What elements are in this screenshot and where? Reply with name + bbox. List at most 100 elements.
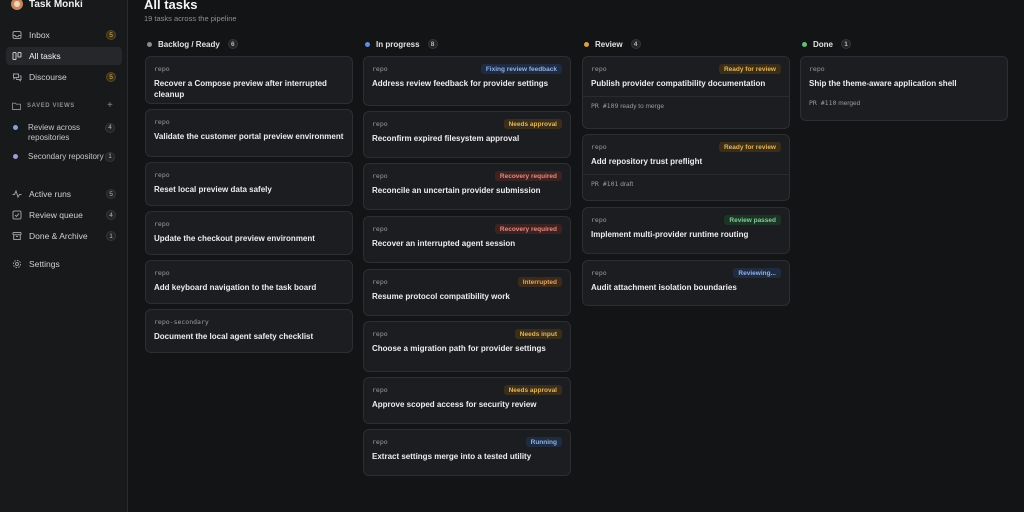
column-count: 6 [227, 39, 238, 49]
task-card[interactable]: repo Validate the customer portal previe… [145, 109, 353, 157]
app-brand[interactable]: Task Monki [11, 0, 83, 11]
activity-icon [12, 189, 22, 199]
column-in-progress: In progress 8 repo Fixing review feedbac… [363, 38, 571, 476]
card-title: Document the local agent safety checklis… [154, 332, 314, 341]
column-done: Done 1 repo Ship the theme-aware applica… [800, 38, 1008, 121]
archive-icon [12, 231, 22, 241]
status-badge: Reviewing... [733, 268, 781, 278]
task-card[interactable]: repo Ready for review Publish provider c… [582, 56, 790, 129]
sidebar-item-label: Review queue [29, 210, 83, 220]
status-dot [147, 41, 152, 47]
sidebar-item-done-archive[interactable]: Done & Archive 1 [6, 227, 122, 245]
inbox-icon [12, 30, 22, 40]
task-card[interactable]: repo Reviewing... Audit attachment isola… [582, 260, 790, 306]
status-badge: Fixing review feedback [480, 64, 562, 74]
pr-number[interactable]: PR #109 [591, 102, 618, 110]
column-backlog-ready: Backlog / Ready 6 repo Recover a Compose… [145, 38, 353, 353]
card-title: Validate the customer portal preview env… [154, 132, 344, 141]
sidebar-item-all-tasks[interactable]: All tasks [6, 47, 122, 65]
pr-status: ready to merge [620, 102, 664, 110]
card-title: Reconfirm expired filesystem approval [372, 134, 520, 143]
task-card[interactable]: repo Fixing review feedback Address revi… [363, 56, 571, 106]
pr-footer: PR #101 draft [583, 173, 789, 188]
card-title: Update the checkout preview environment [154, 234, 315, 243]
sidebar-item-review-queue[interactable]: Review queue 4 [6, 206, 122, 224]
card-title: Add keyboard navigation to the task boar… [154, 283, 317, 292]
sidebar: Task Monki Inbox 5 All tasks Discourse 5… [0, 0, 128, 512]
card-title: Ship the theme-aware application shell [809, 79, 957, 88]
card-title: Resume protocol compatibility work [372, 292, 510, 301]
card-repo: repo-secondary [154, 318, 209, 326]
card-title: Add repository trust preflight [591, 157, 703, 166]
column-header: Done 1 [802, 38, 1008, 50]
pr-status: merged [838, 99, 861, 107]
active-runs-count: 5 [106, 189, 116, 199]
card-title: Audit attachment isolation boundaries [591, 283, 737, 292]
sidebar-item-active-runs[interactable]: Active runs 5 [6, 185, 122, 203]
column-count: 4 [630, 39, 641, 49]
card-repo: repo [809, 65, 825, 73]
task-card[interactable]: repo Needs approval Approve scoped acces… [363, 377, 571, 424]
status-dot [584, 41, 589, 47]
task-card[interactable]: repo Recover a Compose preview after int… [145, 56, 353, 104]
task-card[interactable]: repo Review passed Implement multi-provi… [582, 207, 790, 254]
status-dot [802, 41, 807, 47]
sidebar-item-label: Settings [29, 259, 60, 269]
pr-status: draft [620, 180, 634, 188]
task-card[interactable]: repo Update the checkout preview environ… [145, 211, 353, 255]
sidebar-item-label: Inbox [29, 30, 50, 40]
task-card[interactable]: repo Recovery required Reconcile an unce… [363, 163, 571, 210]
sidebar-item-label: Discourse [29, 72, 67, 82]
task-card[interactable]: repo Needs input Choose a migration path… [363, 321, 571, 372]
column-title: Backlog / Ready [158, 39, 220, 49]
card-title: Recover a Compose preview after interrup… [154, 79, 327, 99]
card-title: Publish provider compatibility documenta… [591, 79, 766, 88]
status-badge: Needs approval [503, 385, 562, 395]
review-queue-count: 4 [106, 210, 116, 220]
saved-view-secondary-repository[interactable]: Secondary repository 1 [12, 152, 120, 162]
checklist-icon [12, 210, 22, 220]
card-title: Address review feedback for provider set… [372, 79, 549, 88]
add-saved-view-button[interactable]: + [107, 100, 113, 111]
column-header: Review 4 [584, 38, 790, 50]
monkey-logo-icon [11, 0, 23, 10]
saved-view-label: Review across repositories [28, 123, 81, 142]
status-dot [365, 41, 370, 47]
sidebar-item-inbox[interactable]: Inbox 5 [6, 26, 122, 44]
task-card[interactable]: repo Interrupted Resume protocol compati… [363, 269, 571, 316]
pr-number[interactable]: PR #101 [591, 180, 618, 188]
saved-view-review-across-repositories[interactable]: Review across repositories 4 [12, 123, 120, 142]
saved-view-color-dot [13, 125, 18, 130]
status-badge: Review passed [724, 215, 781, 225]
board-icon [12, 51, 22, 61]
task-card[interactable]: repo-secondary Document the local agent … [145, 309, 353, 353]
sidebar-item-label: Done & Archive [29, 231, 88, 241]
inbox-count-badge: 5 [106, 30, 116, 40]
task-card[interactable]: repo Add keyboard navigation to the task… [145, 260, 353, 304]
card-repo: repo [154, 220, 170, 228]
pr-footer: PR #110 merged [801, 96, 1007, 107]
task-card[interactable]: repo Ready for review Add repository tru… [582, 134, 790, 201]
card-title: Approve scoped access for security revie… [372, 400, 537, 409]
sidebar-item-settings[interactable]: Settings [6, 255, 122, 273]
task-card[interactable]: repo Needs approval Reconfirm expired fi… [363, 111, 571, 158]
column-count: 1 [841, 39, 851, 49]
card-title: Recover an interrupted agent session [372, 239, 516, 248]
task-card[interactable]: repo Recovery required Recover an interr… [363, 216, 571, 263]
chat-icon [12, 72, 22, 82]
sidebar-item-label: Active runs [29, 189, 72, 199]
column-header: Backlog / Ready 6 [147, 38, 353, 50]
page-subtitle: 19 tasks across the pipeline [144, 14, 237, 23]
status-badge: Needs approval [503, 119, 562, 129]
task-card[interactable]: repo Running Extract settings merge into… [363, 429, 571, 476]
sidebar-item-discourse[interactable]: Discourse 5 [6, 68, 122, 86]
task-card[interactable]: repo Ship the theme-aware application sh… [800, 56, 1008, 121]
sidebar-item-label: All tasks [29, 51, 61, 61]
saved-view-count: 1 [105, 152, 115, 162]
card-repo: repo [154, 171, 170, 179]
card-repo: repo [154, 269, 170, 277]
pr-number[interactable]: PR #110 [809, 99, 836, 107]
task-card[interactable]: repo Reset local preview data safely [145, 162, 353, 206]
saved-views-header: SAVED VIEWS [12, 102, 75, 110]
saved-view-count: 4 [105, 123, 115, 133]
